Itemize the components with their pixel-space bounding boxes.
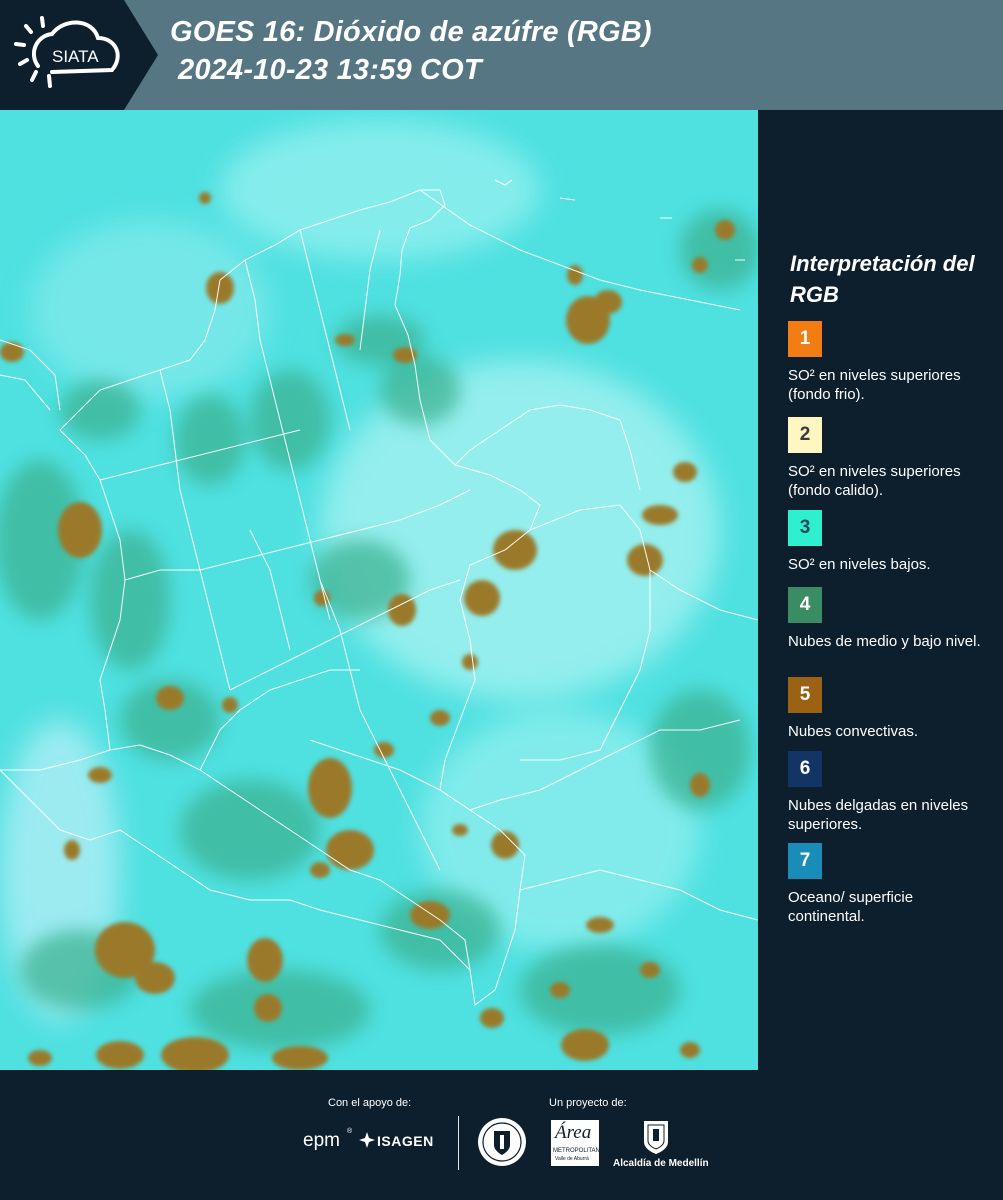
- legend-text-2: SO² en niveles superiores (fondo calido)…: [788, 463, 961, 499]
- map-title: GOES 16: Dióxido de azúfre (RGB): [170, 16, 652, 48]
- alcaldia-crest-icon: [644, 1121, 668, 1154]
- alcaldia-text: Alcaldía de Medellín: [613, 1158, 709, 1169]
- map-datetime: 2024-10-23 13:59 COT: [178, 54, 482, 86]
- legend-text-1: SO² en niveles superiores (fondo frio).: [788, 367, 961, 403]
- area-subtext-2: Valle de Aburrá: [555, 1156, 589, 1162]
- legend-text-4: Nubes de medio y bajo nivel.: [788, 633, 981, 650]
- legend-title: Interpretación del RGB: [790, 251, 975, 307]
- legend-text-5: Nubes convectivas.: [788, 723, 919, 740]
- project-label: Un proyecto de:: [549, 1097, 627, 1109]
- isagen-logo: ISAGEN: [377, 1133, 434, 1149]
- legend-text-6: Nubes delgadas en niveles superiores.: [788, 797, 969, 833]
- area-metropolitana-logo: Área METROPOLITANA Valle de Aburrá: [551, 1120, 604, 1166]
- header-bar: SIATA GOES 16: Dióxido de azúfre (RGB) 2…: [0, 0, 1003, 110]
- legend-swatch-7: 7: [788, 843, 822, 879]
- registered-mark-icon: ®: [347, 1128, 353, 1135]
- legend-swatch-5: 5: [788, 677, 822, 713]
- satellite-image: [0, 110, 758, 1070]
- area-subtext: METROPOLITANA: [553, 1148, 604, 1154]
- legend-item-5: 5 Nubes convectivas.: [788, 677, 993, 741]
- legend-item-6: 6 Nubes delgadas en niveles superiores.: [788, 751, 993, 834]
- footer-divider: [458, 1116, 459, 1170]
- legend-item-7: 7 Oceano/ superficie continental.: [788, 843, 993, 926]
- satellite-map[interactable]: [0, 110, 758, 1070]
- epm-logo: epm: [303, 1130, 340, 1151]
- legend-item-1: 1 SO² en niveles superiores (fondo frio)…: [788, 321, 993, 404]
- legend-swatch-1: 1: [788, 321, 822, 357]
- footer: Con el apoyo de: Un proyecto de: epm ® I…: [0, 1070, 1003, 1200]
- area-logo-text: Área: [555, 1122, 592, 1143]
- legend-swatch-6: 6: [788, 751, 822, 787]
- legend-item-2: 2 SO² en niveles superiores (fondo calid…: [788, 417, 993, 500]
- legend-text-7: Oceano/ superficie continental.: [788, 889, 914, 925]
- isagen-star-icon: [359, 1132, 375, 1148]
- medellin-seal-icon: [478, 1118, 526, 1166]
- legend-item-3: 3 SO² en niveles bajos.: [788, 510, 993, 574]
- support-label: Con el apoyo de:: [328, 1097, 412, 1109]
- legend-swatch-2: 2: [788, 417, 822, 453]
- legend-panel: Interpretación del RGB 1 SO² en niveles …: [758, 110, 1003, 1070]
- legend-text-3: SO² en niveles bajos.: [788, 556, 931, 573]
- logo-text: SIATA: [52, 47, 99, 66]
- siata-logo-icon: SIATA: [14, 16, 120, 88]
- legend-swatch-3: 3: [788, 510, 822, 546]
- legend-swatch-4: 4: [788, 587, 822, 623]
- legend-item-4: 4 Nubes de medio y bajo nivel.: [788, 587, 993, 651]
- logo-panel: SIATA: [0, 0, 158, 110]
